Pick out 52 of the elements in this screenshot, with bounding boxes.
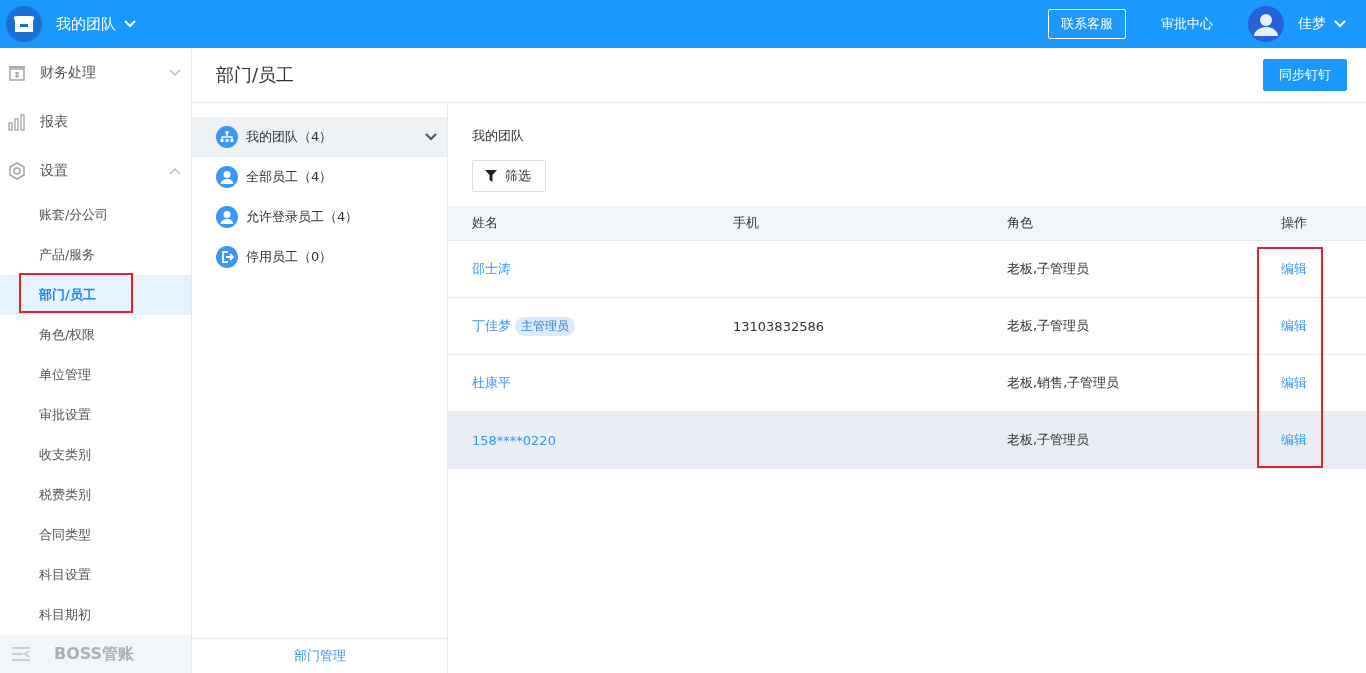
settings-icon	[8, 161, 26, 180]
bar-chart-icon	[8, 112, 26, 131]
chevron-down-icon	[425, 133, 437, 141]
sidebar-item[interactable]: 设置	[0, 146, 191, 196]
chevron-down-icon	[124, 20, 136, 28]
sidebar-subitem[interactable]: 单位管理	[0, 355, 191, 396]
section-heading: 我的团队	[472, 127, 525, 145]
page-title: 部门/员工	[216, 63, 295, 87]
sidebar-subitem[interactable]: 角色/权限	[0, 315, 191, 356]
role-text: 老板,销售,子管理员	[1007, 375, 1120, 390]
group-item[interactable]: 停用员工（0）	[192, 237, 447, 277]
column-header: 角色	[1007, 215, 1033, 230]
org-chart-icon	[216, 126, 238, 148]
role-badge: 主管理员	[515, 316, 575, 336]
sidebar-footer-label: BOSS管账	[54, 643, 135, 665]
highlight-frame	[1257, 247, 1323, 298]
group-item[interactable]: 全部员工（4）	[192, 157, 447, 197]
person-icon	[216, 206, 238, 228]
filter-icon	[485, 170, 497, 182]
person-icon	[216, 166, 238, 188]
shop-icon	[6, 6, 42, 42]
sidebar-subitem[interactable]: 税费类别	[0, 475, 191, 516]
role-text: 老板,子管理员	[1007, 318, 1090, 333]
group-label: 停用员工（0）	[246, 248, 334, 266]
column-header: 手机	[733, 215, 759, 230]
role-text: 老板,子管理员	[1007, 261, 1090, 276]
role-text: 老板,子管理员	[1007, 432, 1090, 447]
sidebar-subitem[interactable]: 账套/分公司	[0, 195, 191, 236]
sidebar-item[interactable]: 报表	[0, 97, 191, 147]
group-label: 允许登录员工（4）	[246, 208, 360, 226]
sidebar-subitem[interactable]: 合同类型	[0, 515, 191, 556]
avatar-icon	[1248, 6, 1284, 42]
sidebar-subitem[interactable]: 产品/服务	[0, 235, 191, 276]
group-item[interactable]: 我的团队（4）	[192, 117, 447, 157]
highlight-frame	[1257, 298, 1323, 355]
sidebar-item[interactable]: 财务处理	[0, 48, 191, 98]
column-header: 姓名	[472, 214, 498, 232]
sidebar-subitem[interactable]: 收支类别	[0, 435, 191, 476]
filter-button[interactable]: 筛选	[472, 160, 546, 192]
column-header: 操作	[1281, 214, 1307, 232]
exit-icon	[216, 246, 238, 268]
chevron-down-icon	[1334, 20, 1346, 28]
phone-text: 13103832586	[733, 318, 824, 334]
sidebar-subitem[interactable]: 科目期初	[0, 595, 191, 636]
highlight-frame	[1257, 412, 1323, 468]
group-label: 我的团队（4）	[246, 128, 334, 146]
collapse-menu-icon	[12, 647, 30, 662]
sidebar-subitem[interactable]: 审批设置	[0, 395, 191, 436]
cash-register-icon	[8, 63, 26, 82]
sidebar-subitem[interactable]: 科目设置	[0, 555, 191, 596]
group-label: 全部员工（4）	[246, 168, 334, 186]
group-item[interactable]: 允许登录员工（4）	[192, 197, 447, 237]
